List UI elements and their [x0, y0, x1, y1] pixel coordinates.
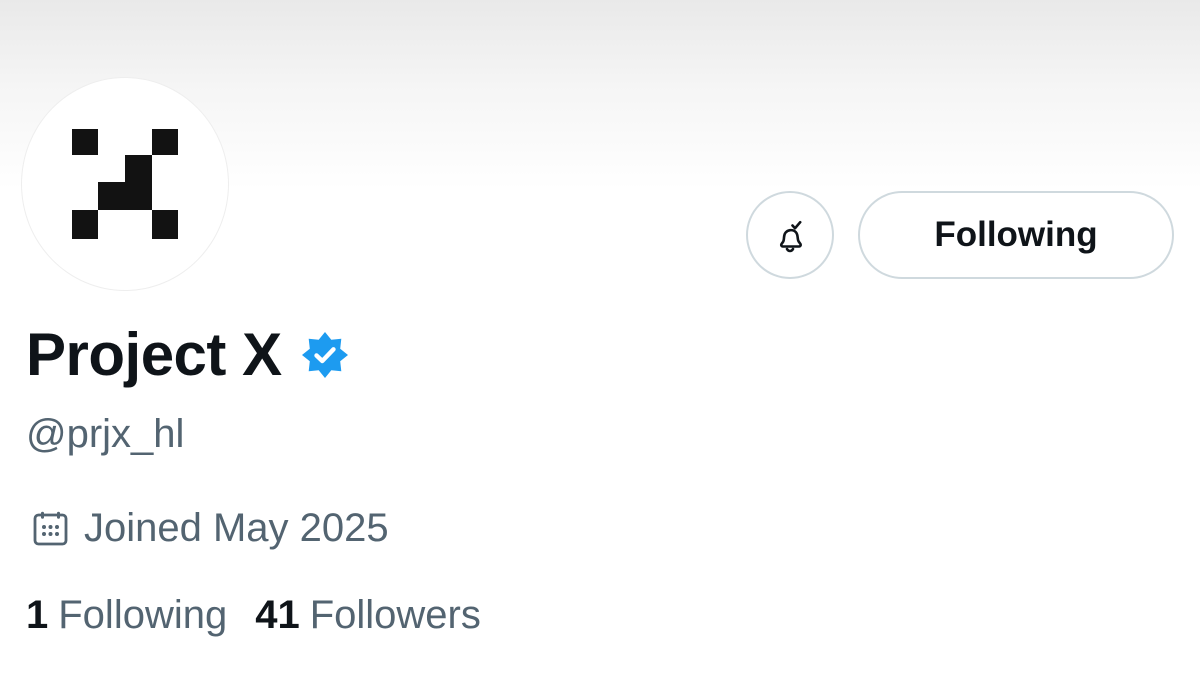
followers-count: 41: [255, 593, 300, 637]
profile-stats: 1 Following 41 Followers: [26, 592, 481, 638]
verified-badge-icon[interactable]: [300, 330, 350, 380]
profile-handle: @prjx_hl: [26, 412, 185, 456]
profile-avatar[interactable]: [22, 78, 228, 290]
following-count-link[interactable]: 1 Following: [26, 592, 227, 638]
calendar-icon: [33, 511, 68, 545]
bell-check-icon: [779, 220, 802, 253]
project-x-logo-icon: [72, 129, 178, 239]
followers-label: Followers: [309, 593, 481, 637]
following-button[interactable]: Following: [858, 191, 1174, 279]
following-label: Following: [58, 593, 228, 637]
display-name: Project X: [26, 321, 282, 388]
joined-date-text: Joined May 2025: [84, 506, 389, 550]
notifications-button[interactable]: [746, 191, 834, 279]
followers-count-link[interactable]: 41 Followers: [255, 592, 481, 638]
following-count: 1: [26, 593, 49, 637]
display-name-row: Project X: [26, 322, 350, 388]
joined-date: Joined May 2025: [31, 505, 389, 551]
